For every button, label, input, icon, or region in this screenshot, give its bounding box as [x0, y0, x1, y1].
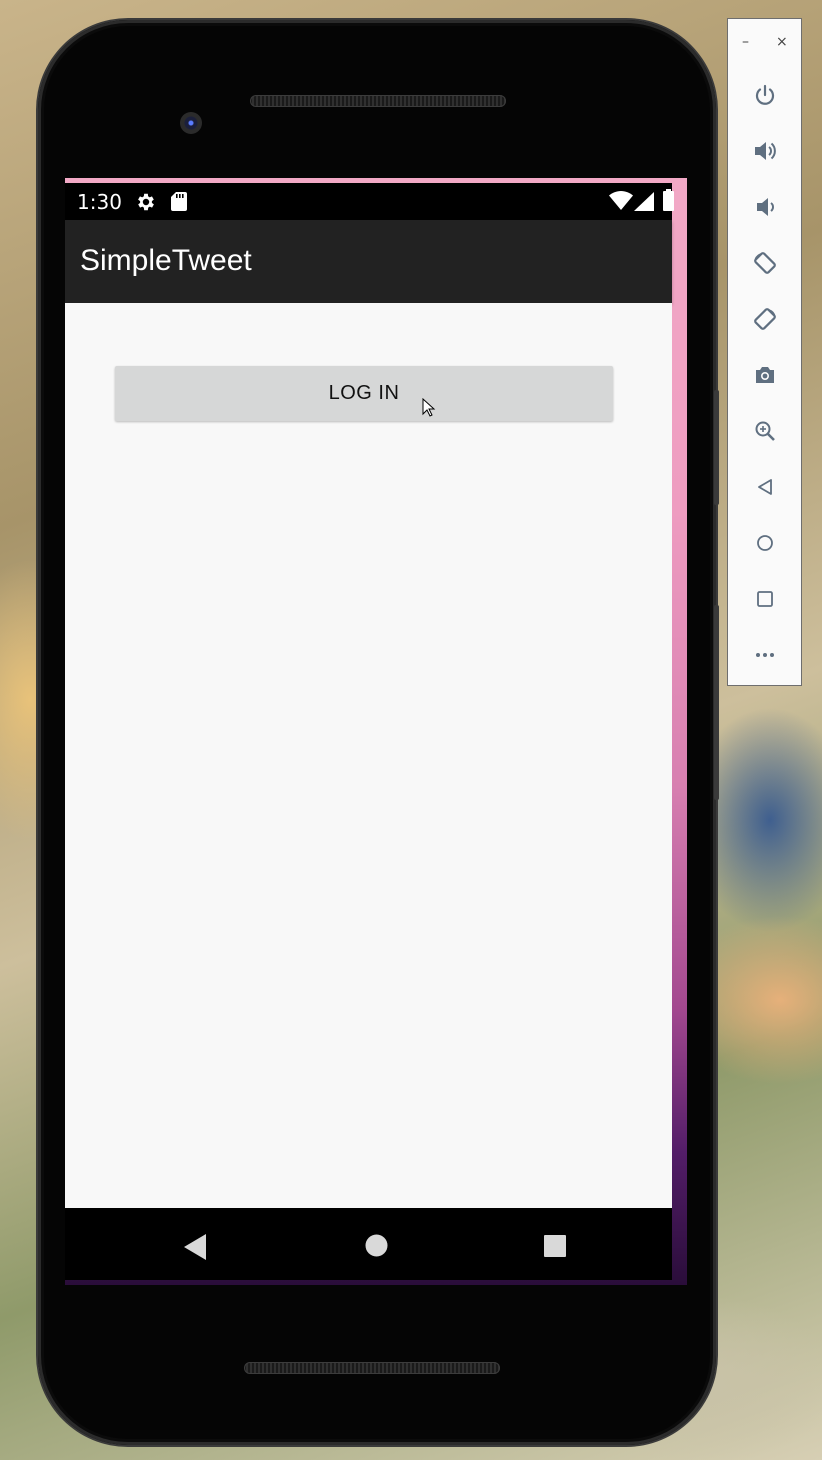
overview-icon: [757, 591, 773, 607]
emulator-toolbar: – ×: [727, 18, 802, 686]
back-icon[interactable]: [184, 1234, 206, 1260]
gear-icon: [138, 193, 154, 211]
home-icon: [757, 535, 773, 551]
volume-down-icon: [757, 198, 774, 216]
minimize-button[interactable]: –: [742, 35, 749, 49]
zoom-button[interactable]: [751, 417, 779, 445]
navigation-bar: [65, 1208, 672, 1280]
more-icon: [756, 653, 774, 657]
device-screen: 1:30 SimpleTweet LOG IN: [65, 178, 687, 1285]
front-camera: [180, 112, 202, 134]
battery-icon: [663, 189, 674, 211]
login-button[interactable]: LOG IN: [115, 366, 613, 421]
volume-up-button[interactable]: [751, 137, 779, 165]
status-bar: 1:30: [65, 183, 674, 220]
camera-icon: [756, 367, 774, 383]
rotate-left-button[interactable]: [751, 249, 779, 277]
screenshot-button[interactable]: [751, 361, 779, 389]
rotate-right-button[interactable]: [751, 305, 779, 333]
toolbar-home-button[interactable]: [751, 529, 779, 557]
bottom-speaker: [244, 1362, 500, 1374]
app-title: SimpleTweet: [80, 244, 252, 277]
login-content: LOG IN: [65, 303, 672, 1208]
recents-icon[interactable]: [544, 1235, 566, 1257]
volume-down-button[interactable]: [751, 193, 779, 221]
wifi-icon: [609, 191, 633, 210]
close-button[interactable]: ×: [776, 35, 788, 49]
signal-icon: [634, 192, 654, 211]
rotate-right-icon: [754, 308, 776, 330]
sd-card-icon: [171, 192, 187, 211]
zoom-icon: [755, 421, 775, 441]
toolbar-overview-button[interactable]: [751, 585, 779, 613]
top-speaker: [250, 95, 506, 107]
rotate-left-icon: [754, 252, 776, 274]
status-time: 1:30: [77, 190, 122, 214]
home-icon[interactable]: [365, 1234, 388, 1257]
side-button: [714, 390, 719, 505]
power-icon: [755, 84, 775, 105]
app-bar: SimpleTweet: [65, 220, 672, 303]
side-button: [714, 605, 719, 800]
power-button[interactable]: [751, 81, 779, 109]
volume-up-icon: [755, 142, 776, 160]
toolbar-back-button[interactable]: [751, 473, 779, 501]
more-options-button[interactable]: [751, 641, 779, 669]
back-icon: [758, 479, 772, 495]
